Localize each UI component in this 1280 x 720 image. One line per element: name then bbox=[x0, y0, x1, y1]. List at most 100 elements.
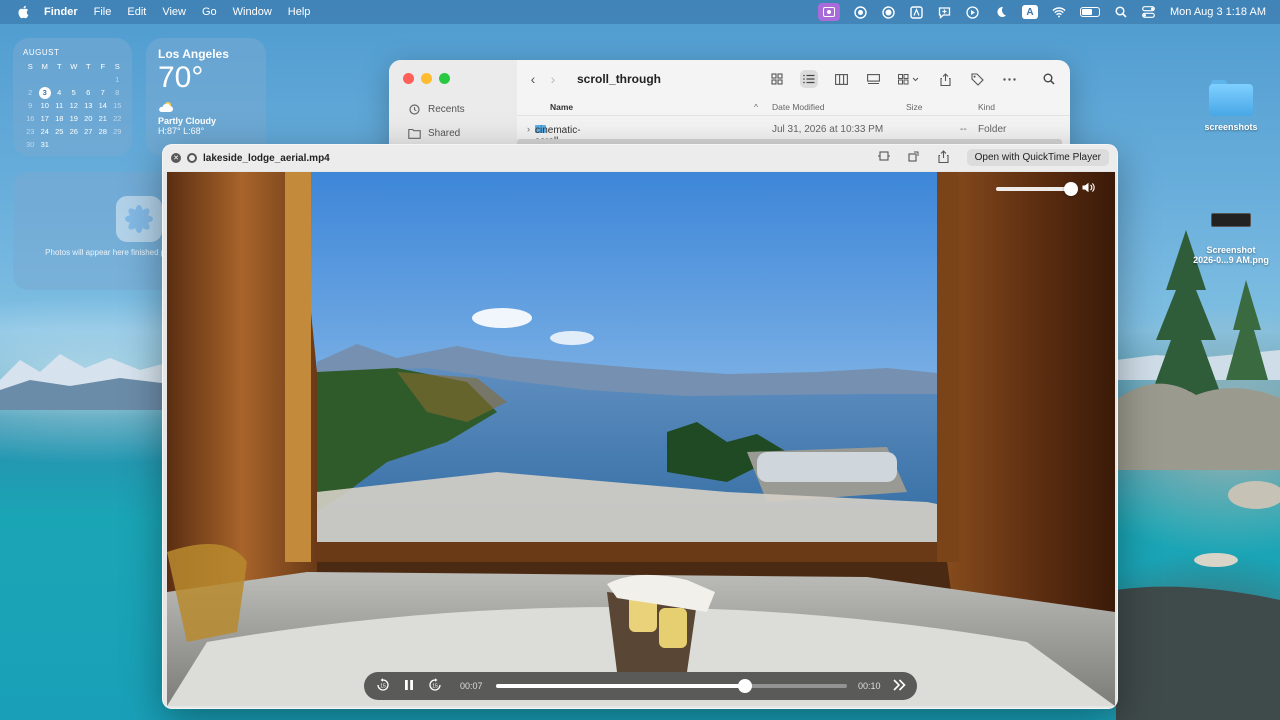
close-window-button[interactable] bbox=[403, 73, 414, 84]
spotlight-search-icon[interactable] bbox=[1114, 5, 1128, 19]
desktop-file-label-line2: 2026-0...9 AM.png bbox=[1193, 255, 1269, 265]
finder-column-headers: Name ^ Date Modified Size Kind bbox=[517, 98, 1070, 116]
file-date: Jul 31, 2026 at 10:33 PM bbox=[772, 124, 884, 135]
calendar-day: 20 bbox=[84, 114, 93, 123]
calendar-day: 18 bbox=[55, 114, 64, 123]
menu-app-finder[interactable]: Finder bbox=[44, 6, 78, 18]
column-header-size[interactable]: Size bbox=[906, 102, 923, 112]
screen-recording-icon[interactable] bbox=[817, 3, 840, 21]
menu-view[interactable]: View bbox=[162, 6, 186, 18]
share-icon[interactable] bbox=[937, 149, 951, 166]
sidebar-item-recents[interactable]: Recents bbox=[408, 104, 465, 115]
weather-widget[interactable]: Los Angeles 70° Partly Cloudy H:87° L:68… bbox=[146, 38, 266, 156]
current-time: 00:07 bbox=[460, 681, 483, 691]
finder-window-title: scroll_through bbox=[577, 72, 662, 86]
column-view-icon[interactable] bbox=[832, 70, 850, 88]
calendar-empty-cell bbox=[110, 139, 125, 151]
icon-view-icon[interactable] bbox=[768, 70, 786, 88]
menu-window[interactable]: Window bbox=[233, 6, 272, 18]
list-view-icon[interactable] bbox=[800, 70, 818, 88]
calendar-day: 31 bbox=[40, 140, 49, 149]
group-options-icon[interactable] bbox=[896, 70, 922, 88]
control-center-icon[interactable] bbox=[1142, 5, 1156, 19]
sort-chevron-icon[interactable]: ^ bbox=[754, 102, 758, 112]
column-header-kind[interactable]: Kind bbox=[978, 102, 995, 112]
wallpaper-trees-rocks bbox=[1116, 230, 1280, 720]
moon-icon[interactable] bbox=[994, 5, 1008, 19]
calendar-day: 24 bbox=[40, 127, 49, 136]
column-header-date[interactable]: Date Modified bbox=[772, 102, 824, 112]
gallery-view-icon[interactable] bbox=[864, 70, 882, 88]
forward-chevron-icon[interactable]: › bbox=[543, 71, 563, 87]
menu-go[interactable]: Go bbox=[202, 6, 217, 18]
calendar-widget[interactable]: AUGUST S M T W T F S 1 2 3 4 5 6 7 8 9 10 11 12 13 14 15 16 17 1… bbox=[13, 38, 132, 156]
input-source-icon[interactable]: A bbox=[1021, 5, 1038, 19]
svg-text:15: 15 bbox=[380, 683, 386, 689]
desktop-folder-screenshots[interactable]: screenshots bbox=[1196, 80, 1266, 132]
open-with-quicktime-button[interactable]: Open with QuickTime Player bbox=[966, 149, 1109, 166]
apple-menu-icon[interactable] bbox=[14, 5, 32, 19]
calendar-day: 22 bbox=[113, 114, 122, 123]
zoom-window-button[interactable] bbox=[439, 73, 450, 84]
calendar-empty-cell bbox=[52, 74, 67, 86]
chat-plus-icon[interactable] bbox=[938, 5, 952, 19]
menu-help[interactable]: Help bbox=[288, 6, 311, 18]
minimize-window-button[interactable] bbox=[421, 73, 432, 84]
skip-forward-15-icon[interactable]: 15 bbox=[426, 677, 444, 695]
skip-back-15-icon[interactable]: 15 bbox=[374, 677, 392, 695]
more-actions-icon[interactable] bbox=[1000, 70, 1018, 88]
video-player[interactable]: 15 15 00:07 00:10 bbox=[167, 172, 1115, 706]
volume-control[interactable] bbox=[996, 182, 1095, 196]
calendar-day: 28 bbox=[98, 127, 107, 136]
text-app-icon[interactable] bbox=[910, 5, 924, 19]
search-icon[interactable] bbox=[1040, 70, 1058, 88]
rotate-icon[interactable] bbox=[907, 151, 921, 165]
calendar-weekday: T bbox=[85, 62, 91, 71]
weather-city: Los Angeles bbox=[158, 47, 229, 61]
desktop-screenshot-file[interactable]: Screenshot 2026-0...9 AM.png bbox=[1186, 213, 1276, 265]
scrubber-progress bbox=[496, 684, 746, 688]
calendar-day: 29 bbox=[113, 127, 122, 136]
focus-target-icon[interactable] bbox=[882, 5, 896, 19]
column-header-name[interactable]: Name bbox=[550, 102, 573, 112]
quick-look-window[interactable]: ✕ lakeside_lodge_aerial.mp4 Open with Qu… bbox=[162, 144, 1118, 709]
volume-slider-knob[interactable] bbox=[1064, 182, 1078, 196]
battery-icon[interactable] bbox=[1079, 7, 1100, 17]
scrubber-track[interactable] bbox=[496, 679, 847, 693]
wifi-icon[interactable] bbox=[1052, 5, 1066, 19]
close-icon[interactable]: ✕ bbox=[171, 153, 181, 163]
calendar-weekday: S bbox=[27, 62, 33, 71]
calendar-empty-cell bbox=[52, 139, 67, 151]
disclosure-chevron-icon[interactable]: › bbox=[527, 124, 530, 134]
calendar-day: 17 bbox=[40, 114, 49, 123]
record-icon[interactable] bbox=[854, 5, 868, 19]
calendar-day: 6 bbox=[86, 88, 91, 97]
volume-slider[interactable] bbox=[996, 182, 1078, 196]
table-row[interactable]: › cinematic-scroll Jul 31, 2026 at 10:33… bbox=[517, 123, 1070, 147]
svg-text:15: 15 bbox=[432, 683, 438, 689]
scrubber-knob[interactable] bbox=[738, 679, 753, 693]
menu-bar-clock[interactable]: Mon Aug 3 1:18 AM bbox=[1170, 6, 1266, 18]
calendar-day: 13 bbox=[84, 101, 93, 110]
calendar-weekday: W bbox=[70, 62, 78, 71]
photos-widget[interactable]: Photos will appear here finished proce bbox=[13, 172, 181, 290]
sidebar-item-shared[interactable]: Shared bbox=[408, 128, 460, 139]
menu-edit[interactable]: Edit bbox=[127, 6, 146, 18]
menu-file[interactable]: File bbox=[94, 6, 112, 18]
speaker-icon[interactable] bbox=[1082, 182, 1095, 196]
calendar-day: 1 bbox=[115, 75, 120, 84]
pause-icon[interactable] bbox=[400, 679, 418, 694]
calendar-weekday: S bbox=[114, 62, 120, 71]
weather-condition: Partly Cloudy bbox=[158, 116, 217, 126]
weather-temperature: 70° bbox=[158, 61, 204, 94]
screenshot-thumbnail-icon bbox=[1211, 213, 1251, 227]
calendar-day: 3 bbox=[38, 87, 51, 99]
share-icon[interactable] bbox=[936, 70, 954, 88]
tag-icon[interactable] bbox=[968, 70, 986, 88]
back-chevron-icon[interactable]: ‹ bbox=[523, 71, 543, 87]
finder-toolbar: ‹ › scroll_through bbox=[517, 60, 1070, 98]
file-type-icon bbox=[187, 153, 197, 163]
play-circle-icon[interactable] bbox=[966, 5, 980, 19]
fit-window-icon[interactable] bbox=[877, 151, 891, 164]
fast-forward-icon[interactable] bbox=[890, 678, 908, 694]
